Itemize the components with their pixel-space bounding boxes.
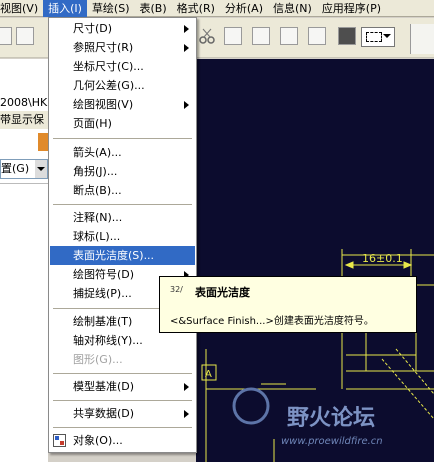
watermark-url: www.proewildfire.cn [281, 436, 383, 447]
menu-item-arrow[interactable]: 箭头(A)... [50, 143, 195, 162]
menu-item-label: 轴对称线(Y)... [73, 334, 143, 347]
menu-view[interactable]: 视图(V) [0, 0, 43, 17]
file-path: 2008\HK [0, 96, 48, 109]
menu-item-label: 断点(B)... [73, 184, 122, 197]
menu-item-shared-data[interactable]: 共享数据(D) [50, 404, 195, 423]
menu-separator [53, 427, 192, 428]
menu-item-model-datum[interactable]: 模型基准(D) [50, 377, 195, 396]
menu-item-ordinate-dimension[interactable]: 坐标尺寸(C)... [50, 57, 195, 76]
select-box-icon [366, 32, 382, 42]
menu-bar: 视图(V) 插入(I) 草绘(S) 表(B) 格式(R) 分析(A) 信息(N)… [0, 0, 434, 17]
menu-format[interactable]: 格式(R) [172, 0, 220, 17]
chevron-down-icon [383, 34, 391, 42]
menu-item-surface-finish[interactable]: 表面光洁度(S)... [50, 246, 195, 265]
display-label: 带显示保 [0, 111, 48, 129]
menu-separator [53, 138, 192, 139]
settings-dropdown-value: 置(G) [1, 162, 30, 175]
menu-info[interactable]: 信息(N) [268, 0, 317, 17]
menu-item-reference-dimension[interactable]: 参照尺寸(R) [50, 38, 195, 57]
copy-icon[interactable] [224, 27, 242, 45]
menu-separator [53, 204, 192, 205]
menu-item-label: 捕捉线(P)... [73, 287, 132, 300]
paste-icon[interactable] [252, 27, 270, 45]
menu-item-label: 箭头(A)... [73, 146, 122, 159]
submenu-arrow-icon [184, 410, 189, 418]
menu-item-graphics: 图形(G)... [50, 350, 195, 369]
menu-item-label: 图形(G)... [73, 353, 123, 366]
paste-special-icon[interactable] [280, 27, 298, 45]
watermark-logo [232, 387, 270, 425]
menu-item-label: 尺寸(D) [73, 22, 113, 35]
tooltip: 32/ 表面光洁度 <&Surface Finish...>创建表面光洁度符号。 [159, 276, 417, 333]
menu-insert[interactable]: 插入(I) [43, 0, 87, 17]
regenerate-icon[interactable] [308, 27, 326, 45]
selection-box-dropdown[interactable] [361, 27, 395, 47]
menu-item-label: 表面光洁度(S)... [73, 249, 155, 262]
surface-finish-icon: 32/ [170, 285, 190, 299]
insert-menu: 尺寸(D) 参照尺寸(R) 坐标尺寸(C)... 几何公差(G)... 绘图视图… [48, 17, 197, 453]
menu-sketch[interactable]: 草绘(S) [87, 0, 135, 17]
find-icon[interactable] [338, 27, 356, 45]
chevron-down-icon [35, 160, 47, 178]
tooltip-description: <&Surface Finish...>创建表面光洁度符号。 [170, 316, 374, 327]
submenu-arrow-icon [184, 383, 189, 391]
menu-item-label: 共享数据(D) [73, 407, 135, 420]
tool-icon[interactable] [38, 133, 48, 151]
dimension-label: 16±0.1 [362, 252, 403, 265]
menu-item-note[interactable]: 注释(N)... [50, 208, 195, 227]
open-icon[interactable] [0, 27, 12, 45]
datum-label: A [205, 369, 212, 380]
left-panel: 2008\HK 带显示保 置(G) [0, 59, 48, 462]
menu-item-label: 几何公差(G)... [73, 79, 145, 92]
menu-item-object[interactable]: 对象(O)... [50, 431, 195, 450]
menu-item-sheet[interactable]: 页面(H) [50, 114, 195, 133]
save-icon[interactable] [16, 27, 34, 45]
menu-item-axis-of-symmetry[interactable]: 轴对称线(Y)... [50, 331, 195, 350]
menu-table[interactable]: 表(B) [135, 0, 172, 17]
menu-item-label: 绘图视图(V) [73, 98, 134, 111]
menu-item-label: 球标(L)... [73, 230, 121, 243]
watermark-text: 野火论坛 [287, 406, 376, 431]
menu-item-label: 角拐(J)... [73, 165, 118, 178]
submenu-arrow-icon [184, 25, 189, 33]
menu-item-label: 对象(O)... [73, 434, 123, 447]
toolbar-overflow[interactable] [410, 24, 434, 54]
menu-item-dimension[interactable]: 尺寸(D) [50, 19, 195, 38]
surface-finish-icon-text: 32/ [170, 285, 183, 294]
settings-dropdown[interactable]: 置(G) [0, 159, 48, 179]
menu-applications[interactable]: 应用程序(P) [317, 0, 386, 17]
menu-item-drawing-view[interactable]: 绘图视图(V) [50, 95, 195, 114]
menu-item-label: 页面(H) [73, 117, 112, 130]
menu-item-balloon[interactable]: 球标(L)... [50, 227, 195, 246]
menu-analysis[interactable]: 分析(A) [220, 0, 268, 17]
menu-item-label: 模型基准(D) [73, 380, 135, 393]
cut-icon[interactable] [198, 27, 216, 45]
object-icon [53, 434, 66, 447]
tooltip-title: 表面光洁度 [195, 286, 250, 299]
submenu-arrow-icon [184, 44, 189, 52]
menu-item-geometric-tolerance[interactable]: 几何公差(G)... [50, 76, 195, 95]
menu-item-label: 绘图符号(D) [73, 268, 135, 281]
menu-item-label: 绘制基准(T) [73, 315, 133, 328]
menu-item-jog[interactable]: 角拐(J)... [50, 162, 195, 181]
submenu-arrow-icon [184, 101, 189, 109]
model-tree[interactable] [0, 183, 48, 462]
menu-item-label: 参照尺寸(R) [73, 41, 134, 54]
menu-item-label: 注释(N)... [73, 211, 123, 224]
menu-item-break[interactable]: 断点(B)... [50, 181, 195, 200]
menu-separator [53, 373, 192, 374]
menu-separator [53, 400, 192, 401]
menu-item-label: 坐标尺寸(C)... [73, 60, 144, 73]
